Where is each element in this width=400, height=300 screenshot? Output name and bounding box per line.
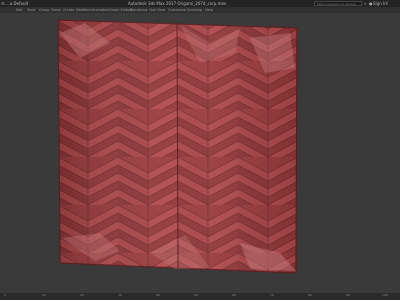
timeline-tick: 40 [156,293,160,297]
viewport[interactable] [0,13,400,296]
title-bar: ☰ ...a Default Autodesk 3ds Max 2017 Ori… [0,0,400,7]
timeline-tick: 90 [346,293,350,297]
search-icon[interactable]: ⌕ [364,0,366,7]
timeline-tick: 10 [42,293,46,297]
workspace-label[interactable]: ...a Default [6,0,28,7]
timeline-tick: 0 [4,293,6,297]
user-icon[interactable]: ● [369,0,373,7]
search-input[interactable]: Type a keyword or phrase [314,1,362,6]
timeline[interactable] [0,293,400,300]
timeline-tick: 100 [382,293,388,297]
timeline-tick: 20 [80,293,84,297]
help-icon[interactable]: ? [386,0,388,7]
sign-in-link[interactable]: Sign In [373,0,387,7]
timeline-tick: 70 [270,293,274,297]
timeline-tick: 80 [308,293,312,297]
timeline-tick: 50 [194,293,198,297]
menu-icon[interactable]: ☰ [1,0,5,7]
timeline-tick: 60 [232,293,236,297]
window-title: Autodesk 3ds Max 2017 Origami_2074_corp.… [128,1,227,6]
origami-panel-render [57,19,298,274]
timeline-tick: 30 [118,293,122,297]
